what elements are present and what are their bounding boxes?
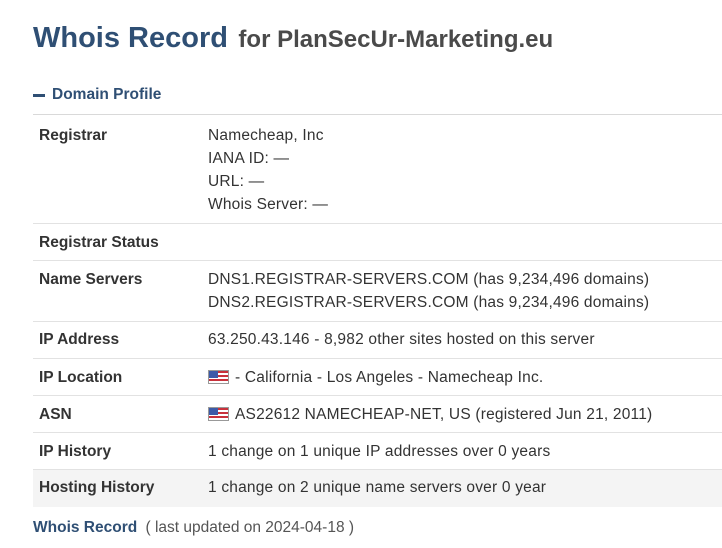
row-value: 1 change on 2 unique name servers over 0…	[208, 479, 547, 496]
table-row-registrar-status: Registrar Status	[33, 224, 722, 261]
whois-record-link[interactable]: Whois Record	[33, 519, 137, 536]
row-label: Hosting History	[39, 479, 155, 496]
row-value: Namecheap, Inc IANA ID: — URL: — Whois S…	[208, 124, 722, 216]
registrar-name: Namecheap, Inc	[208, 127, 324, 144]
table-row-ip-location: IP Location - California - Los Angeles -…	[33, 359, 722, 396]
row-label: Registrar	[39, 127, 108, 144]
ip-location-text: - California - Los Angeles - Namecheap I…	[235, 369, 544, 386]
registrar-iana: IANA ID: —	[208, 150, 290, 167]
row-label: IP History	[39, 443, 112, 460]
whois-record-footer: Whois Record ( last updated on 2024-04-1…	[33, 519, 354, 537]
table-row-registrar: Registrar Namecheap, Inc IANA ID: — URL:…	[33, 115, 722, 224]
page-title: Whois Record for PlanSecUr-Marketing.eu	[33, 22, 553, 55]
registrar-whois-server: Whois Server: —	[208, 196, 329, 213]
domain-profile-table: Registrar Namecheap, Inc IANA ID: — URL:…	[33, 114, 722, 507]
row-value: 63.250.43.146 - 8,982 other sites hosted…	[208, 331, 595, 348]
page-title-domain: for PlanSecUr-Marketing.eu	[238, 26, 554, 53]
row-label: IP Location	[39, 369, 123, 386]
table-row-ip-address: IP Address 63.250.43.146 - 8,982 other s…	[33, 322, 722, 359]
row-value	[208, 231, 722, 254]
asn-text: AS22612 NAMECHEAP-NET, US (registered Ju…	[235, 406, 653, 423]
row-value: DNS1.REGISTRAR-SERVERS.COM (has 9,234,49…	[208, 268, 722, 314]
row-value: - California - Los Angeles - Namecheap I…	[208, 366, 722, 389]
row-label: Name Servers	[39, 271, 143, 288]
row-label: Registrar Status	[39, 234, 159, 251]
us-flag-icon	[208, 407, 229, 421]
row-value: 1 change on 1 unique IP addresses over 0…	[208, 443, 551, 460]
section-title: Domain Profile	[52, 86, 162, 103]
registrar-url: URL: —	[208, 173, 265, 190]
table-row-name-servers: Name Servers DNS1.REGISTRAR-SERVERS.COM …	[33, 261, 722, 322]
name-server-1: DNS1.REGISTRAR-SERVERS.COM (has 9,234,49…	[208, 271, 650, 288]
page-title-main: Whois Record	[33, 22, 228, 54]
name-server-2: DNS2.REGISTRAR-SERVERS.COM (has 9,234,49…	[208, 294, 650, 311]
us-flag-icon	[208, 370, 229, 384]
row-value: AS22612 NAMECHEAP-NET, US (registered Ju…	[208, 403, 722, 426]
table-row-ip-history: IP History 1 change on 1 unique IP addre…	[33, 433, 722, 470]
minus-icon[interactable]	[33, 93, 45, 97]
table-row-hosting-history: Hosting History 1 change on 2 unique nam…	[33, 470, 722, 507]
table-row-asn: ASN AS22612 NAMECHEAP-NET, US (registere…	[33, 396, 722, 433]
row-label: IP Address	[39, 331, 120, 348]
domain-profile-toggle[interactable]: Domain Profile	[33, 86, 161, 104]
last-updated-text: ( last updated on 2024-04-18 )	[145, 519, 355, 536]
row-label: ASN	[39, 406, 72, 423]
